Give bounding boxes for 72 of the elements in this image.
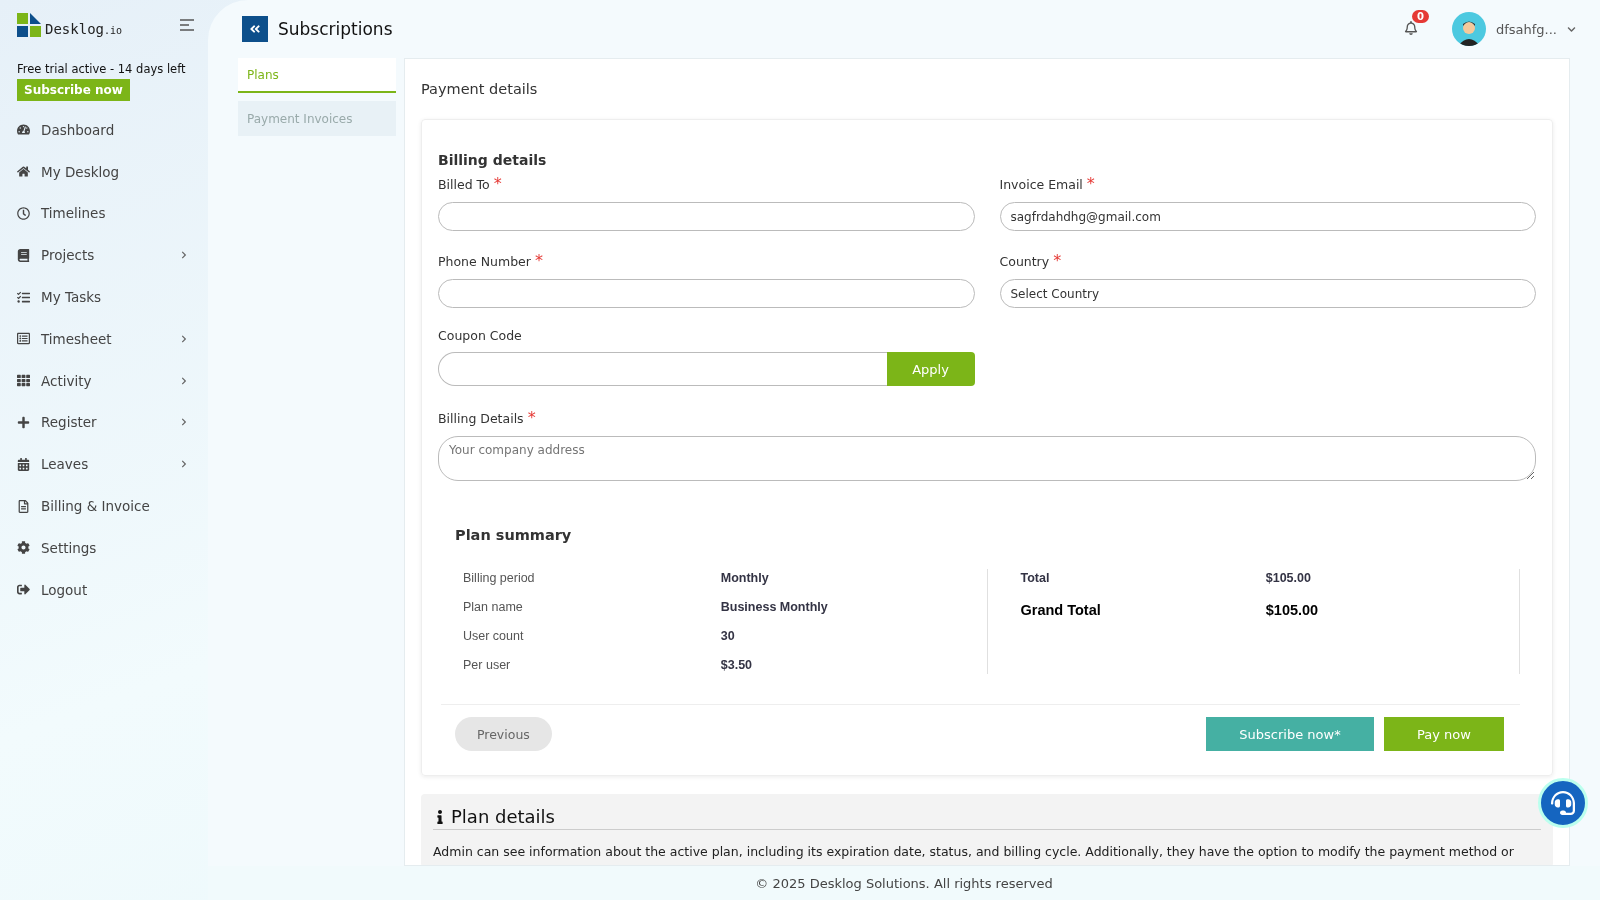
menu-icon[interactable] (180, 19, 194, 31)
field-label: Invoice Email (999, 177, 1083, 192)
sidebar-item[interactable]: Logout (17, 568, 208, 611)
required-mark: * (493, 174, 502, 193)
summary-value: $3.50 (720, 658, 754, 672)
summary-label: Per user (463, 658, 512, 672)
total-label: Total (1020, 571, 1051, 585)
total-label: Grand Total (1020, 602, 1102, 618)
sidebar-item[interactable]: Dashboard (17, 109, 208, 151)
nav-icon (17, 207, 30, 220)
summary-label: User count (463, 629, 525, 643)
coupon-field[interactable] (438, 352, 887, 386)
field-label: Billed To (438, 177, 490, 192)
nav-icon (17, 374, 30, 388)
section-title: Payment details (421, 81, 539, 97)
nav-icon (17, 457, 30, 471)
nav-icon (17, 165, 30, 179)
input-field[interactable] (438, 279, 975, 308)
sidebar-item[interactable]: Timesheet (17, 318, 208, 360)
avatar[interactable] (1451, 12, 1486, 46)
nav-icon (17, 248, 30, 262)
address-field[interactable]: Your company address (438, 436, 1536, 481)
nav-icon (17, 290, 30, 304)
summary-value: Business Monthly (720, 600, 829, 614)
required-mark: * (527, 408, 536, 427)
nav-icon (17, 541, 30, 555)
required-mark: * (534, 251, 543, 270)
brand-logo: Desklog.io (17, 13, 123, 37)
required-mark: * (1053, 251, 1062, 270)
input-field[interactable]: Select Country (999, 279, 1536, 308)
plan-details-title: Plan details (451, 806, 555, 827)
sidebar-item[interactable]: My Tasks (17, 276, 208, 318)
input-field[interactable]: sagfrdahdhg@gmail.com (999, 202, 1536, 231)
logo-icon (17, 13, 41, 37)
field-label: Country (999, 254, 1050, 269)
total-value: $105.00 (1265, 602, 1320, 618)
previous-button[interactable]: Previous (455, 717, 552, 751)
sidebar-item[interactable]: Timelines (17, 192, 208, 235)
notification-badge: 0 (1411, 9, 1429, 23)
summary-label: Billing period (463, 571, 536, 585)
summary-value: Monthly (720, 571, 770, 585)
summary-label: Plan name (463, 600, 524, 614)
sidebar-item[interactable]: My Desklog (17, 150, 208, 193)
plan-details-text: Admin can see information about the active plan, including its expiration date, status, and billing cycle. Additionally, they have the option to modify the payment method or (433, 844, 1515, 859)
caret-icon[interactable] (1567, 24, 1576, 34)
sidebar-item[interactable]: Leaves (17, 443, 208, 486)
field-label: Phone Number (438, 254, 531, 269)
back-button[interactable] (242, 16, 268, 42)
field-label: Billing Details (438, 411, 524, 426)
sidebar-item[interactable]: Register (17, 401, 208, 444)
input-field[interactable] (438, 202, 975, 231)
bell-icon[interactable] (1403, 20, 1418, 35)
page-title: Subscriptions (278, 19, 394, 39)
double-chevron-icon (249, 23, 261, 35)
nav-icon (17, 415, 30, 429)
sidebar-item[interactable]: Projects (17, 234, 208, 277)
nav-icon (17, 583, 30, 597)
total-value: $105.00 (1265, 571, 1312, 585)
sidebar-item[interactable]: Activity (17, 359, 208, 402)
user-name[interactable]: dfsahfg... (1495, 21, 1557, 37)
summary-title: Plan summary (455, 527, 573, 543)
required-mark: * (1086, 174, 1095, 193)
nav-icon (17, 123, 30, 137)
summary-value: 30 (720, 629, 736, 643)
sidebar-item[interactable]: Settings (17, 526, 208, 569)
headset-icon (1551, 791, 1575, 815)
nav-icon (17, 499, 30, 513)
sidebar-item[interactable]: Billing & Invoice (17, 485, 208, 527)
billing-title: Billing details (438, 152, 548, 168)
field-label: Coupon Code (438, 328, 523, 343)
nav-icon (17, 332, 30, 346)
trial-notice: Free trial active - 14 days left (17, 62, 187, 76)
